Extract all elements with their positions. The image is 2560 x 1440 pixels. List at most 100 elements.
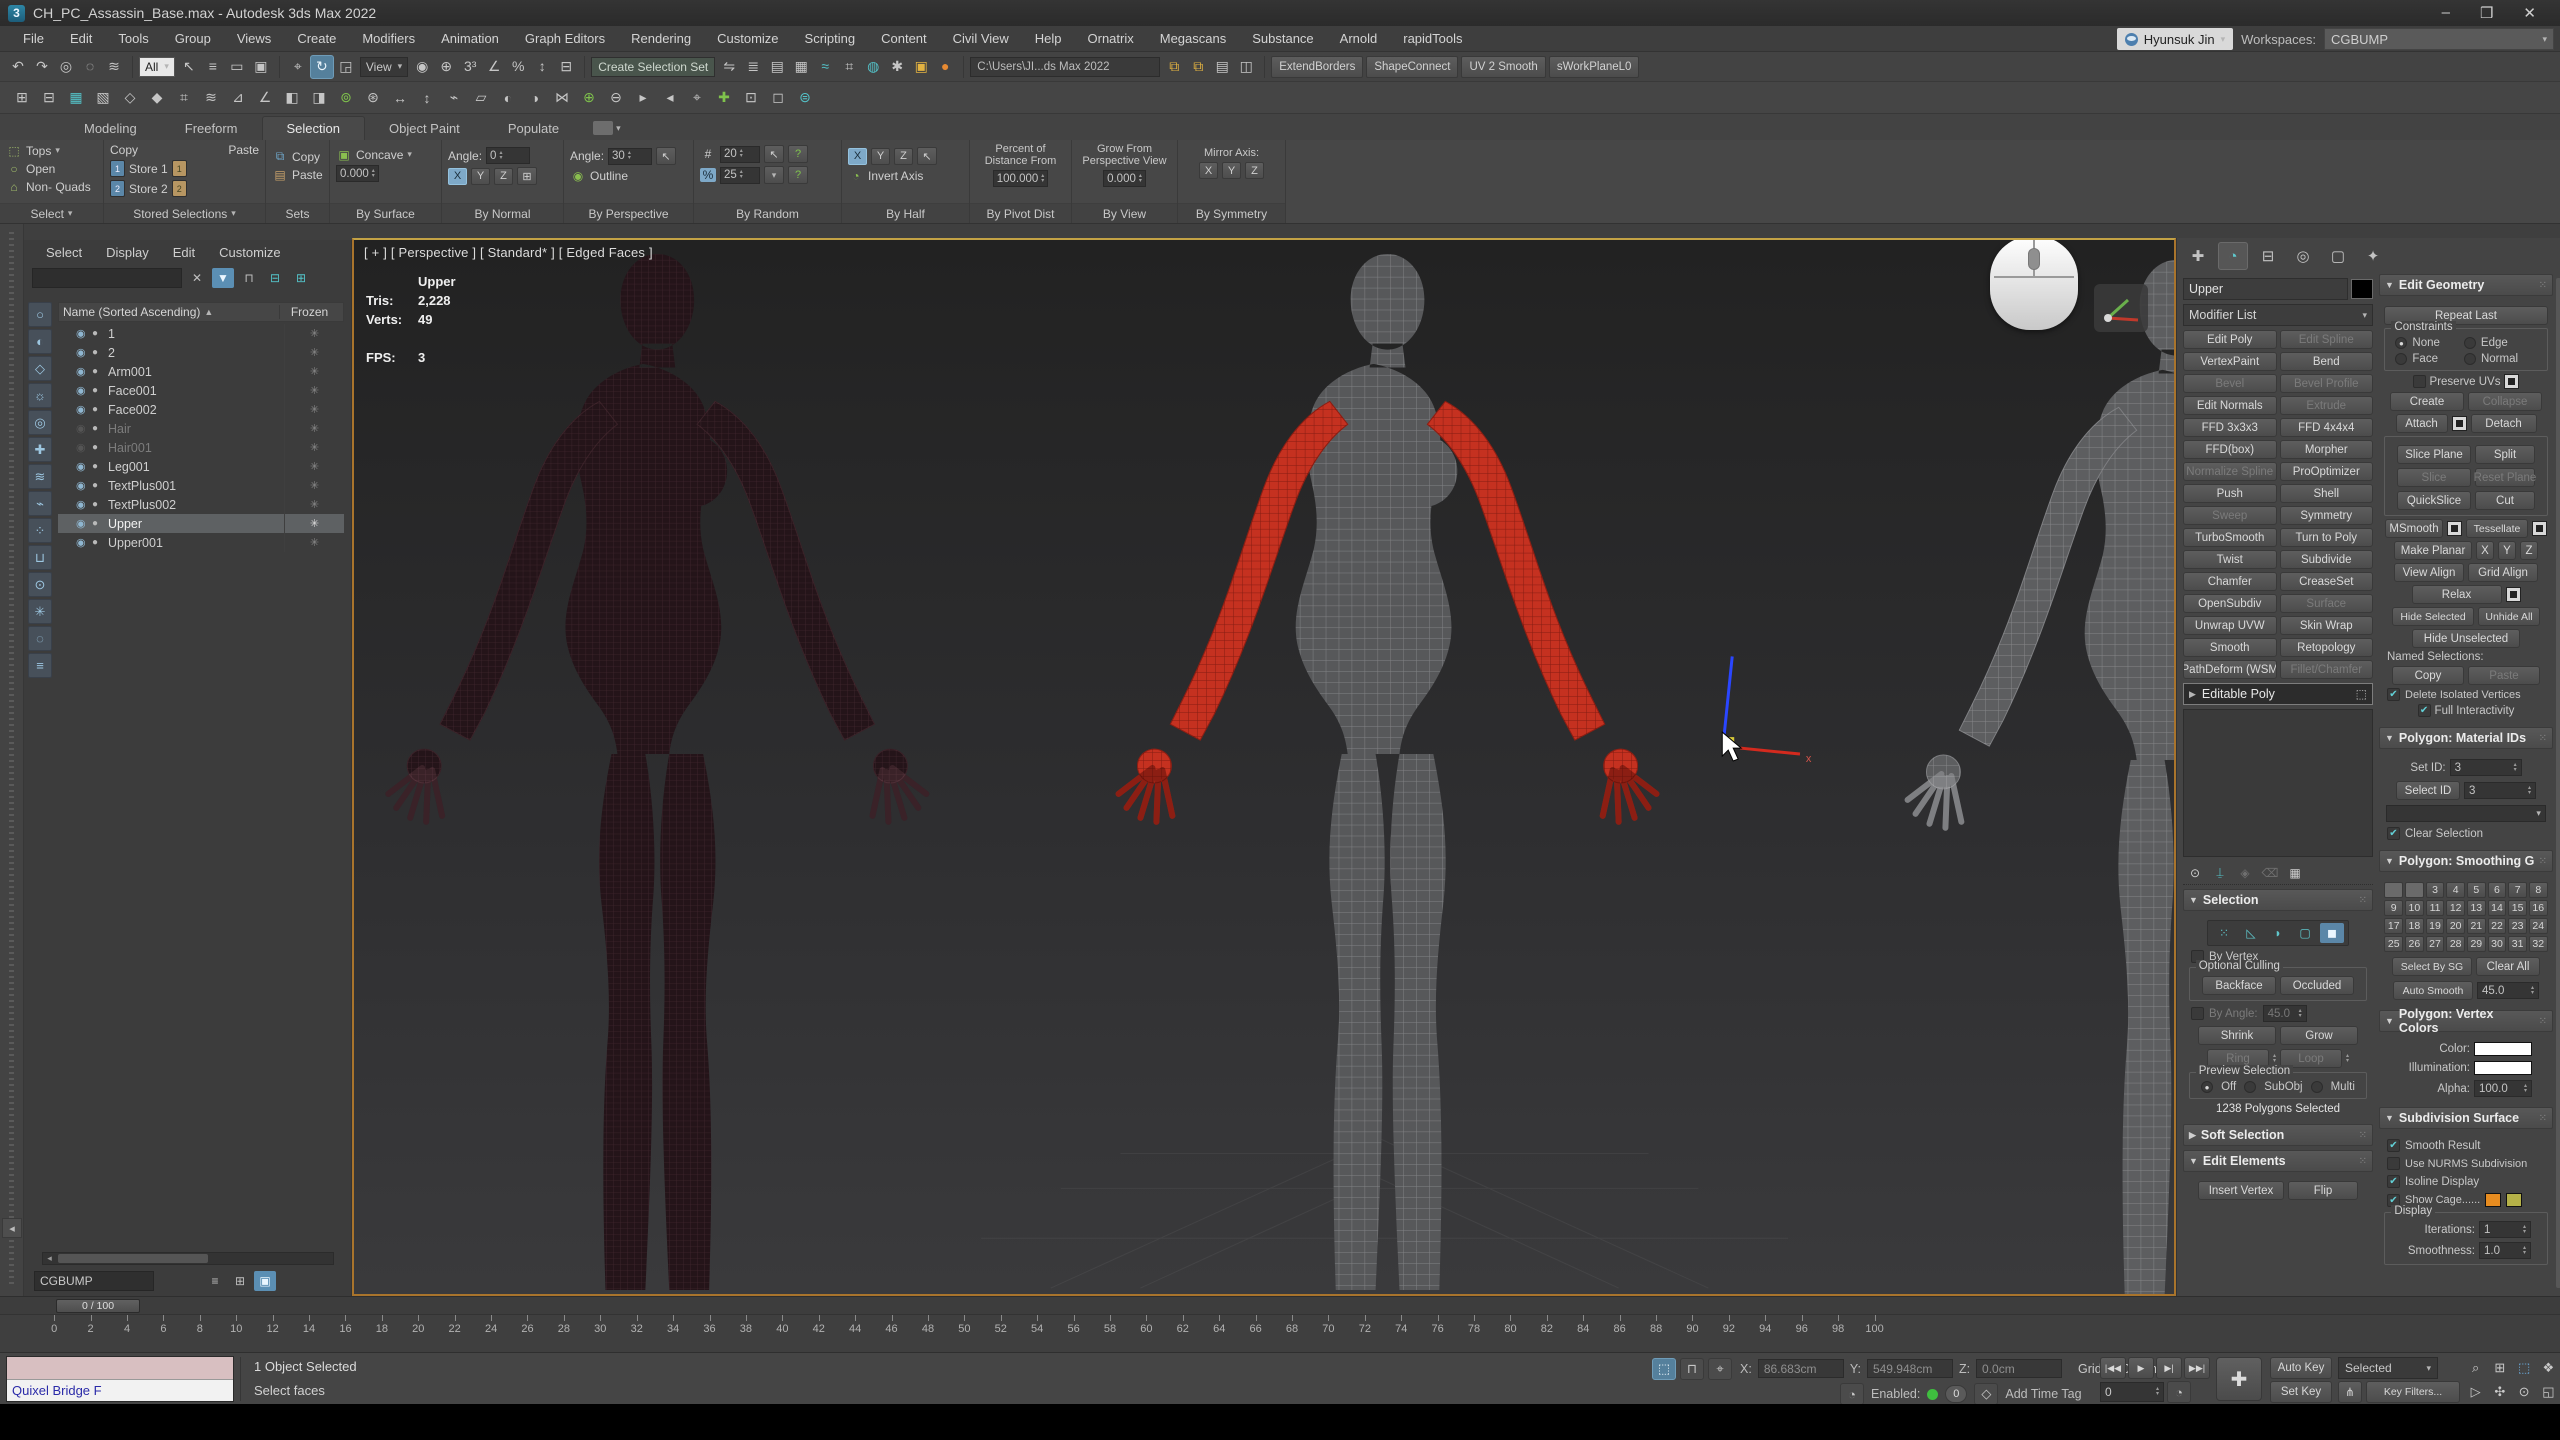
smoothing-group-button[interactable]: 24: [2529, 918, 2548, 934]
ribbon-tab[interactable]: Modeling: [60, 117, 161, 140]
display-containers-icon[interactable]: ⊔: [28, 545, 52, 570]
modifier-button[interactable]: Morpher: [2280, 440, 2374, 459]
listener-macro-line[interactable]: [7, 1357, 233, 1379]
slice-plane-button[interactable]: Slice Plane: [2397, 445, 2471, 464]
time-configuration-icon[interactable]: ◔: [2167, 1381, 2191, 1403]
smoothing-group-button[interactable]: 16: [2529, 900, 2548, 916]
modifier-button[interactable]: TurboSmooth: [2183, 528, 2277, 547]
select-by-name-icon[interactable]: ≡: [201, 54, 225, 78]
ribbon-tab[interactable]: Populate: [484, 117, 583, 140]
modify-tab-icon[interactable]: ◔: [2218, 242, 2248, 270]
key-filters-button[interactable]: Key Filters...: [2366, 1381, 2460, 1403]
selectable-dot-icon[interactable]: ●: [92, 518, 108, 529]
frozen-icon[interactable]: ✳: [284, 400, 344, 419]
motion-tab-icon[interactable]: ◎: [2288, 242, 2318, 270]
list-item[interactable]: ◉ ● Leg001 ✳: [58, 457, 344, 476]
select-object-icon[interactable]: ↖: [177, 55, 201, 79]
preserve-uvs-checkbox[interactable]: ✔: [2413, 375, 2426, 388]
select-filter-icon[interactable]: ▼: [212, 268, 234, 288]
modifier-stack-list[interactable]: [2183, 709, 2373, 857]
smoothing-group-button[interactable]: 32: [2529, 936, 2548, 952]
normal-y-button[interactable]: Y: [471, 168, 490, 185]
vertex-subobject-icon[interactable]: ⁙: [2212, 923, 2236, 943]
mirror-icon[interactable]: ⇋: [717, 55, 741, 79]
rollout-edit-elements[interactable]: ▼ Edit Elements ⁙: [2183, 1150, 2373, 1172]
frozen-icon[interactable]: ✳: [284, 343, 344, 362]
tessellate-settings-button[interactable]: [2532, 521, 2547, 536]
go-to-end-button[interactable]: ▶▶|: [2184, 1357, 2210, 1379]
frozen-icon[interactable]: ✳: [284, 457, 344, 476]
flat-hierarchy-icon[interactable]: ⊟: [264, 268, 286, 288]
object-color-swatch[interactable]: [2351, 279, 2373, 299]
random-more-button[interactable]: ▾: [764, 166, 784, 184]
named-selection-icon[interactable]: ⊟: [554, 55, 578, 79]
list-item[interactable]: ◉ ● Hair ✳: [58, 419, 344, 438]
time-tag-icon[interactable]: ◇: [1974, 1383, 1998, 1405]
smoothing-group-button[interactable]: 11: [2426, 900, 2445, 916]
list-item[interactable]: ◉ ● TextPlus001 ✳: [58, 476, 344, 495]
selectable-dot-icon[interactable]: ●: [92, 537, 108, 548]
modifier-button[interactable]: CreaseSet: [2280, 572, 2374, 591]
script-toolbar-button[interactable]: sWorkPlaneL0: [1549, 56, 1640, 78]
menu-item[interactable]: Help: [1022, 26, 1075, 51]
frozen-icon[interactable]: ✳: [284, 381, 344, 400]
grid-tool-icon[interactable]: ⌗: [172, 86, 196, 110]
track-bar[interactable]: 0246810121416182022242628303234363840424…: [0, 1314, 2560, 1352]
msmooth-button[interactable]: MSmooth: [2385, 519, 2443, 538]
play-small-icon[interactable]: ▸: [631, 86, 655, 110]
next-frame-button[interactable]: ▶|: [2156, 1357, 2182, 1379]
menu-item[interactable]: Content: [868, 26, 940, 51]
orbit-icon[interactable]: ⊙: [2513, 1380, 2536, 1403]
half-moon-a-icon[interactable]: ◐: [496, 86, 520, 110]
frozen-icon[interactable]: ✳: [284, 324, 344, 343]
normal-angle-field[interactable]: 0▴▾: [486, 147, 530, 164]
explorer-name-field[interactable]: CGBUMP: [34, 1271, 154, 1291]
menu-item[interactable]: Create: [284, 26, 349, 51]
modifier-button[interactable]: ProOptimizer: [2280, 462, 2374, 481]
outline-button[interactable]: Outline: [590, 169, 628, 183]
smoothing-group-button[interactable]: 18: [2405, 918, 2424, 934]
list-item[interactable]: ◉ ● Face001 ✳: [58, 381, 344, 400]
modifier-button[interactable]: OpenSubdiv: [2183, 594, 2277, 613]
tops-button[interactable]: Tops: [26, 144, 51, 158]
sync-selection-icon[interactable]: ▣: [254, 1271, 276, 1291]
panel-collapse-button[interactable]: ◂: [2, 1218, 22, 1238]
rectangular-selection-icon[interactable]: ▭: [225, 55, 249, 79]
explorer-menu-item[interactable]: Edit: [163, 242, 205, 263]
modifier-button[interactable]: Edit Normals: [2183, 396, 2277, 415]
non-quads-button[interactable]: Non- Quads: [26, 180, 91, 194]
poly-tool-icon[interactable]: ▧: [91, 86, 115, 110]
menu-item[interactable]: Scripting: [792, 26, 869, 51]
align-icon[interactable]: ≣: [741, 55, 765, 79]
transform-gizmo[interactable]: x: [1724, 656, 1812, 765]
menu-item[interactable]: Ornatrix: [1075, 26, 1147, 51]
selectable-dot-icon[interactable]: ●: [92, 442, 108, 453]
modifier-list-dropdown[interactable]: Modifier List▾: [2183, 304, 2373, 326]
zoom-extents-icon[interactable]: ⬚: [2513, 1356, 2536, 1379]
menu-item[interactable]: Group: [162, 26, 224, 51]
smoothing-group-button[interactable]: 22: [2488, 918, 2507, 934]
smoothing-group-button[interactable]: 1: [2384, 882, 2403, 898]
half-moon-b-icon[interactable]: ◑: [523, 86, 547, 110]
play-button[interactable]: ▶: [2128, 1357, 2154, 1379]
selectable-dot-icon[interactable]: ●: [92, 347, 108, 358]
visibility-eye-icon[interactable]: ◉: [76, 536, 92, 549]
rollout-vertex-colors[interactable]: ▼ Polygon: Vertex Colors ⁙: [2379, 1010, 2553, 1032]
time-slider-track[interactable]: 0 / 100: [0, 1296, 2560, 1314]
modifier-button[interactable]: Unwrap UVW: [2183, 616, 2277, 635]
field-of-view-icon[interactable]: ▷: [2464, 1380, 2487, 1403]
bolt-icon[interactable]: ⌁: [442, 86, 466, 110]
visibility-eye-icon[interactable]: ◉: [76, 403, 92, 416]
spinner-snap-icon[interactable]: ↕: [530, 54, 554, 78]
clear-search-icon[interactable]: ✕: [186, 268, 208, 288]
redo-icon[interactable]: ↷: [30, 55, 54, 79]
grid-mode-icon[interactable]: ⊞: [229, 1271, 251, 1291]
modifier-button[interactable]: FFD 4x4x4: [2280, 418, 2374, 437]
display-shapes-icon[interactable]: ◇: [28, 356, 52, 381]
menu-item[interactable]: Modifiers: [349, 26, 428, 51]
go-to-start-button[interactable]: |◀◀: [2100, 1357, 2126, 1379]
display-tab-icon[interactable]: ▢: [2323, 242, 2353, 270]
cage-selected-color-swatch[interactable]: [2506, 1193, 2522, 1207]
random-percent-field[interactable]: 25▴▾: [720, 167, 760, 184]
display-cameras-icon[interactable]: ◎: [28, 410, 52, 435]
